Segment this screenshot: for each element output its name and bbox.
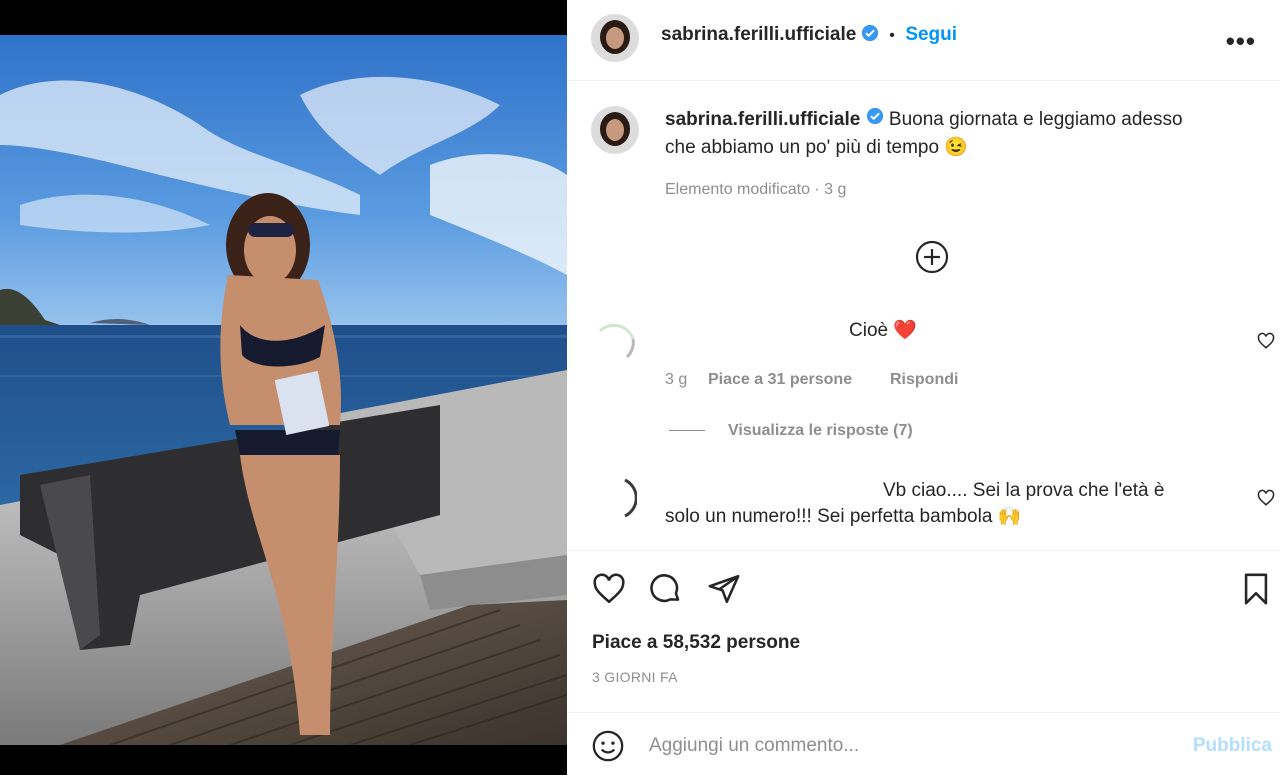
replies-divider (669, 430, 705, 431)
heart-icon (1257, 332, 1275, 349)
smiley-icon (592, 730, 624, 762)
view-replies-button[interactable]: Visualizza le risposte (7) (728, 422, 913, 440)
post-photo[interactable] (0, 35, 567, 745)
follow-button[interactable]: Segui (905, 24, 957, 45)
like-button[interactable] (591, 572, 627, 611)
post-caption: sabrina.ferilli.ufficiale Buona giornata… (665, 106, 1255, 162)
caption-meta: Elemento modificato · 3 g (665, 181, 847, 198)
share-button[interactable] (707, 572, 741, 611)
emoji-button[interactable] (591, 729, 625, 768)
comment-like-button[interactable] (1257, 489, 1275, 512)
header-separator: • (889, 27, 895, 44)
comment-like-button[interactable] (1257, 332, 1275, 355)
publish-button[interactable]: Pubblica (1193, 735, 1272, 757)
caption-username[interactable]: sabrina.ferilli.ufficiale (665, 109, 860, 130)
save-button[interactable] (1241, 572, 1271, 611)
add-comment-input[interactable]: Aggiungi un commento... (649, 735, 859, 757)
paper-plane-icon (708, 574, 740, 604)
post-details-pane: sabrina.ferilli.ufficiale • Segui ••• sa… (567, 0, 1280, 775)
comment-avatar-loading[interactable] (595, 477, 638, 519)
verified-badge-icon (866, 106, 884, 134)
post-photo-illustration (0, 35, 567, 745)
caption-text-line2: che abbiamo un po' più di tempo 😉 (665, 137, 968, 159)
load-more-comments-button[interactable] (915, 240, 949, 279)
actions-divider (567, 550, 1280, 552)
comment-button[interactable] (649, 572, 683, 611)
post-photo-pane (0, 0, 567, 775)
loading-spinner-icon (598, 323, 635, 359)
likes-count[interactable]: Piace a 58,532 persone (592, 632, 800, 654)
bookmark-icon (1244, 573, 1268, 605)
more-icon: ••• (1225, 26, 1256, 56)
verified-badge-icon (861, 24, 879, 47)
comment-text: Cioè ❤️ (849, 320, 918, 341)
author-username[interactable]: sabrina.ferilli.ufficiale (661, 24, 856, 45)
speech-bubble-icon (650, 574, 680, 603)
plus-circle-icon (915, 240, 949, 274)
heart-icon (593, 573, 625, 604)
comment-avatar-loading[interactable] (595, 319, 637, 361)
comment-text-line2: solo un numero!!! Sei perfetta bambola 🙌 (665, 506, 1022, 527)
comment-likes[interactable]: Piace a 31 persone (708, 371, 852, 389)
add-comment-bar: Aggiungi un commento... Pubblica (567, 712, 1280, 776)
avatar-portrait (592, 15, 638, 61)
more-options-button[interactable]: ••• (1226, 26, 1256, 57)
caption-text-line1: Buona giornata e leggiamo adesso (888, 109, 1183, 131)
post-date: 3 GIORNI FA (592, 669, 678, 685)
author-avatar[interactable] (591, 14, 639, 62)
comment-reply-button[interactable]: Rispondi (890, 371, 958, 389)
post-header: sabrina.ferilli.ufficiale • Segui ••• (567, 0, 1280, 81)
comment-text-line1: Vb ciao.... Sei la prova che l'età è (883, 480, 1165, 501)
avatar-portrait (592, 107, 638, 153)
heart-icon (1257, 489, 1275, 506)
loading-spinner-icon (624, 478, 638, 518)
comment-time: 3 g (665, 371, 688, 388)
header-row: sabrina.ferilli.ufficiale • Segui (661, 24, 957, 47)
caption-avatar[interactable] (591, 106, 639, 154)
